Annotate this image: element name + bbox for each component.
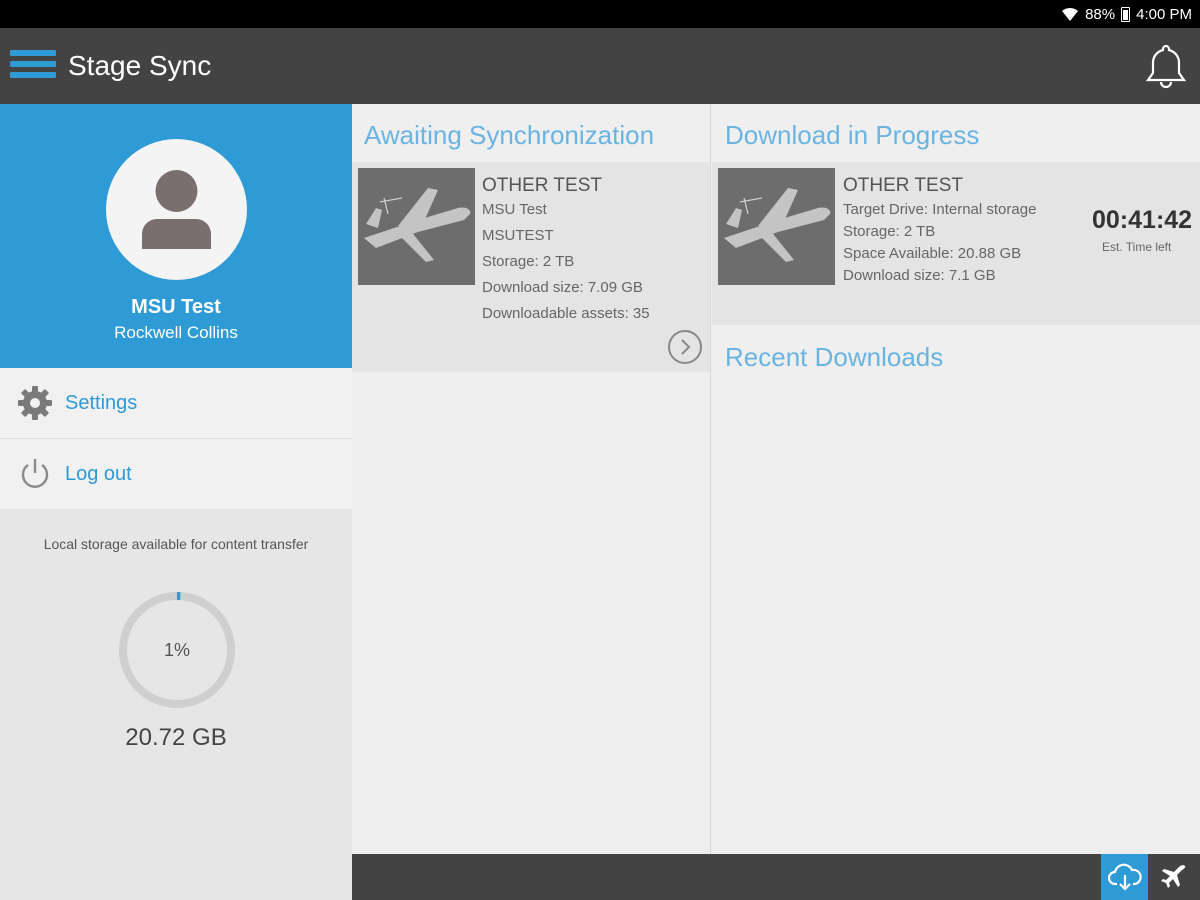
aircraft-thumbnail [718,168,835,285]
user-silhouette-icon [142,170,211,249]
user-name: MSU Test [131,296,221,318]
time-remaining-label: Est. Time left [1102,240,1172,254]
awaiting-card[interactable]: OTHER TEST MSU Test MSUTEST Storage: 2 T… [352,162,710,372]
cloud-download-button[interactable] [1101,854,1148,900]
battery-percent: 88% [1085,5,1116,23]
sidebar-item-settings[interactable]: Settings [0,368,352,439]
card-line: MSU Test [482,201,547,218]
card-line: Download size: 7.09 GB [482,279,643,296]
app-bar: Stage Sync [0,28,1200,104]
sidebar-item-logout[interactable]: Log out [0,439,352,510]
download-progress-panel: Download in Progress OTHER TEST Target D… [712,104,1200,854]
download-card[interactable]: OTHER TEST Target Drive: Internal storag… [712,162,1200,325]
time-remaining: 00:41:42 [1092,206,1193,234]
card-line: Space Available: 20.88 GB [843,245,1022,262]
card-line: Target Drive: Internal storage [843,201,1037,218]
card-line: Storage: 2 TB [482,253,575,270]
aircraft-thumbnail [358,168,475,285]
card-title: OTHER TEST [843,175,963,196]
card-line: Downloadable assets: 35 [482,305,650,322]
battery-icon [1121,6,1131,22]
sidebar: MSU Test Rockwell Collins Settings Log o… [0,104,352,900]
card-line: Storage: 2 TB [843,223,936,240]
clock: 4:00 PM [1136,5,1192,23]
power-icon [17,456,53,492]
awaiting-sync-title: Awaiting Synchronization [364,120,655,150]
gear-icon [17,385,53,421]
hamburger-menu-icon[interactable] [10,50,56,84]
cloud-download-icon [1107,863,1142,891]
bottom-bar [352,854,1200,900]
storage-available: 20.72 GB [125,724,227,751]
sidebar-item-label: Log out [65,463,132,485]
user-organization: Rockwell Collins [114,323,238,342]
app-title: Stage Sync [68,50,212,81]
chevron-right-icon[interactable] [668,330,702,364]
card-line: Download size: 7.1 GB [843,267,996,284]
airplane-icon [364,188,471,262]
sidebar-item-label: Settings [65,392,138,414]
recent-downloads-title: Recent Downloads [725,342,944,372]
airplane-icon [1161,865,1186,888]
card-title: OTHER TEST [482,175,602,196]
aircraft-button[interactable] [1148,854,1200,900]
avatar [106,139,247,280]
storage-label: Local storage available for content tran… [43,536,309,552]
airplane-icon [724,188,831,262]
profile-panel: MSU Test Rockwell Collins [0,104,352,368]
card-line: MSUTEST [482,227,554,244]
awaiting-sync-panel: Awaiting Synchronization OTHER TEST MSU … [352,104,711,854]
download-progress-title: Download in Progress [725,120,980,150]
storage-percent: 1% [163,640,190,660]
wifi-icon [1061,6,1079,22]
notifications-bell-icon[interactable] [1144,42,1188,90]
status-bar: 88% 4:00 PM [0,0,1200,28]
